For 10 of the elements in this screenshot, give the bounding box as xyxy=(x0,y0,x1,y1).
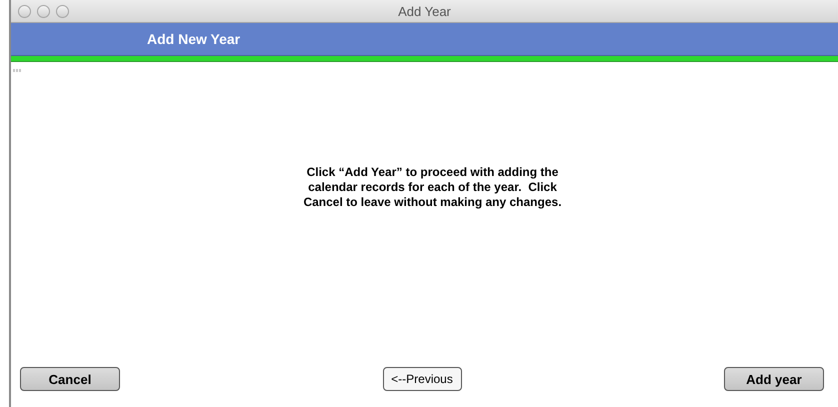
zoom-button[interactable] xyxy=(56,4,69,18)
dialog-button[interactable]: <--Previous xyxy=(382,367,462,391)
minimize-button[interactable] xyxy=(37,4,50,18)
dialog-button[interactable]: Cancel xyxy=(20,367,120,391)
header-title: Add New Year xyxy=(147,31,240,47)
instruction-text: Click “Add Year” to proceed with adding the calendar records for each of the year. Click Cancel to leave without making any changes. xyxy=(302,165,563,211)
dialog-button[interactable]: Add year xyxy=(724,367,824,391)
window-title: Add Year xyxy=(398,4,451,18)
close-button[interactable] xyxy=(18,4,31,18)
grip-icon xyxy=(13,69,22,72)
